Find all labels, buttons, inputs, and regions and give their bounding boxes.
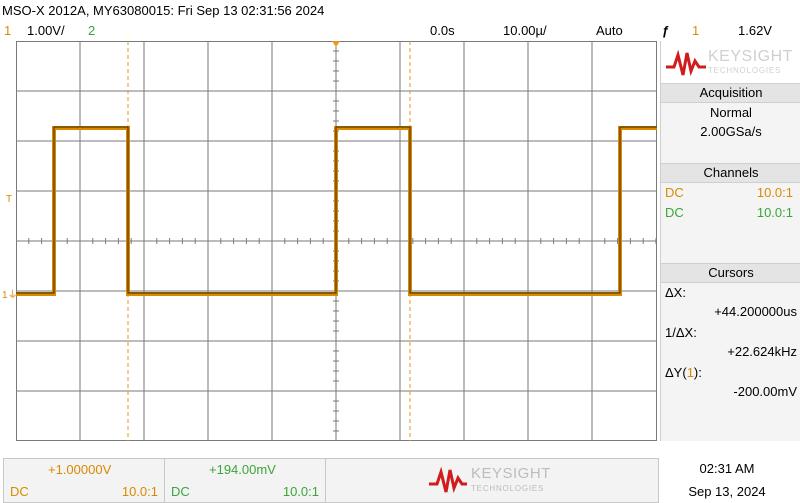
channel-row-2: DC 10.0:1 [665,204,797,222]
cursor-dy-source: 1 [686,365,694,380]
trigger-level[interactable]: 1.62V [738,21,772,41]
keysight-wave-icon [666,49,706,77]
trigger-level-marker[interactable]: T [6,194,12,205]
cursor-inv-dx-label: 1/ΔX: [665,325,697,340]
edge-trigger-icon: ƒ [662,23,670,38]
channel-2-coupling: DC [665,205,684,220]
cursor-inv-dx-value: +22.624kHz [727,344,797,359]
trigger-source[interactable]: 1 [692,21,699,41]
time-delay[interactable]: 0.0s [430,21,455,41]
ch2-probe: 10.0:1 [282,484,319,499]
ch2-offset-value: +194.00mV [209,462,276,477]
channel-1-probe: 10.0:1 [756,185,793,200]
trigger-marker-label: T [6,194,13,205]
ch1-coupling: DC [10,484,29,499]
ch1-scale[interactable]: 1.00V/ [27,21,65,41]
waveform-svg [16,41,657,441]
acquisition-header[interactable]: Acquisition [661,83,800,103]
cursor-dy-value: -200.00mV [733,384,797,399]
logo-sub-text: TECHNOLOGIES [708,66,782,75]
ch2-info-cell[interactable]: +194.00mV DC 10.0:1 [165,459,326,502]
ch2-number[interactable]: 2 [88,21,95,41]
bottom-logo-sub: TECHNOLOGIES [471,484,545,493]
bottom-keysight-wave-icon [429,466,467,494]
sample-rate: 2.00GSa/s [700,124,762,139]
cursor-dx-value: +44.200000us [714,304,797,319]
side-panel: KEYSIGHT TECHNOLOGIES Acquisition Normal… [660,41,800,441]
cursor-dy-label-post: ): [693,365,702,380]
status-bar: 1 1.00V/ 2 0.0s 10.00µ/ Auto ƒ 1 1.62V [0,21,800,41]
cursor-dy-label: ΔY(1): [665,364,797,382]
channel-2-probe: 10.0:1 [756,205,793,220]
bottom-logo-brand: KEYSIGHT [471,465,551,482]
trigger-mode[interactable]: Auto [596,21,623,41]
ch1-probe: 10.0:1 [121,484,158,499]
ch1-offset-value: +1.00000V [48,462,112,477]
clock-date: Sep 13, 2024 [688,484,766,499]
cursor-dx-label: ΔX: [665,285,686,300]
window-title: MSO-X 2012A, MY63080015: Fri Sep 13 02:3… [2,3,325,18]
ch2-coupling: DC [171,484,190,499]
trigger-position-marker [332,41,340,47]
acquisition-mode: Normal [710,105,752,120]
channel-row-1: DC 10.0:1 [665,184,797,202]
ch1-info-cell[interactable]: +1.00000V DC 10.0:1 [4,459,165,502]
logo-brand-text: KEYSIGHT [708,48,793,65]
keysight-logo: KEYSIGHT TECHNOLOGIES [661,41,800,85]
ch1-number[interactable]: 1 [4,21,11,41]
time-scale[interactable]: 10.00µ/ [503,21,547,41]
bottom-keysight-logo: KEYSIGHT TECHNOLOGIES [429,463,559,499]
channels-header[interactable]: Channels [661,163,800,183]
waveform-display[interactable] [16,41,657,441]
cursors-header[interactable]: Cursors [661,263,800,283]
channel-1-coupling: DC [665,185,684,200]
bottom-status-strip: +1.00000V DC 10.0:1 +194.00mV DC 10.0:1 … [3,458,659,503]
cursor-dy-label-pre: ΔY( [665,365,687,380]
ch1-trace-highlight [16,126,657,294]
clock-time: 02:31 AM [699,461,755,476]
